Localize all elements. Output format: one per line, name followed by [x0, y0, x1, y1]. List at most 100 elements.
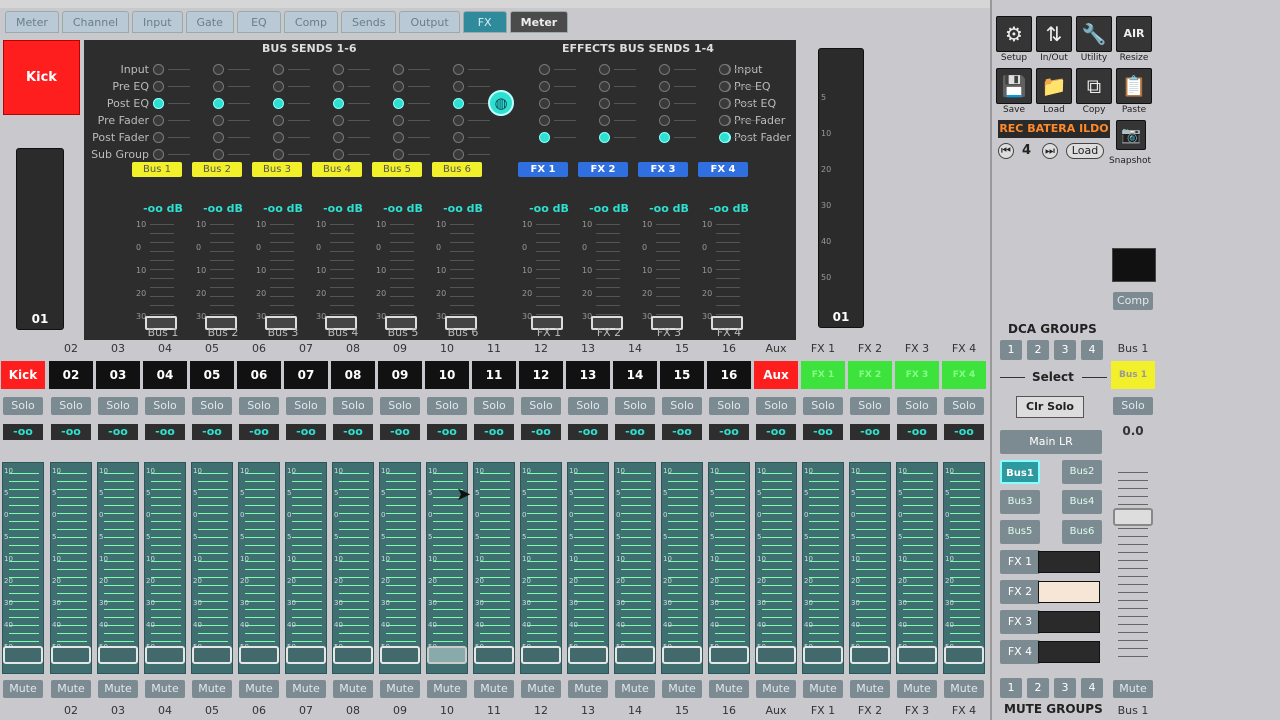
channel-fader[interactable]: 105051020304050: [238, 462, 280, 674]
fx-tap-dot[interactable]: [539, 132, 550, 143]
bus-tap-dot[interactable]: [453, 132, 464, 143]
solo-button[interactable]: Solo: [239, 397, 279, 415]
fx-tap-dot[interactable]: [539, 115, 550, 126]
channel-fader[interactable]: 105051020304050: [755, 462, 797, 674]
fader-cap[interactable]: [897, 646, 937, 664]
bus-tap-dot[interactable]: [333, 98, 344, 109]
bus-tap-dot[interactable]: [393, 81, 404, 92]
main-lr-button[interactable]: Main LR: [1000, 430, 1102, 454]
tab-input[interactable]: Input: [132, 11, 183, 33]
solo-button[interactable]: Solo: [850, 397, 890, 415]
fader-cap[interactable]: [333, 646, 373, 664]
comp-button[interactable]: Comp: [1113, 292, 1153, 310]
bus-tap-dot[interactable]: [393, 115, 404, 126]
bus-select-button[interactable]: Bus3: [1000, 490, 1040, 514]
bus-send-button[interactable]: Bus 4: [312, 162, 362, 177]
bus-tap-dot[interactable]: [153, 64, 164, 75]
fx-tap-dot[interactable]: [599, 64, 610, 75]
fader-cap[interactable]: [521, 646, 561, 664]
arrows-icon[interactable]: ⇅: [1036, 16, 1072, 52]
send-fader[interactable]: 10 0 10 20 30: [136, 220, 182, 330]
bus-fader[interactable]: [1112, 462, 1154, 674]
fader-cap[interactable]: [474, 646, 514, 664]
gear-icon[interactable]: ⚙: [996, 16, 1032, 52]
solo-button[interactable]: Solo: [192, 397, 232, 415]
fader-cap[interactable]: [427, 646, 467, 664]
bus-send-button[interactable]: Bus 3: [252, 162, 302, 177]
bus-tap-dot[interactable]: [393, 149, 404, 160]
bus-send-button[interactable]: Bus 6: [432, 162, 482, 177]
bus-mute-button[interactable]: Mute: [1113, 680, 1153, 698]
send-fader[interactable]: 10 0 10 20 30: [436, 220, 482, 330]
bus-tap-dot[interactable]: [213, 81, 224, 92]
mute-button[interactable]: Mute: [380, 680, 420, 698]
fader-cap[interactable]: [51, 646, 91, 664]
prev-snapshot-button[interactable]: ⏮: [998, 143, 1014, 159]
send-fader[interactable]: 10 0 10 20 30: [256, 220, 302, 330]
channel-name-button[interactable]: 06: [237, 361, 281, 389]
send-fader[interactable]: 10 0 10 20 30: [522, 220, 568, 330]
mute-button[interactable]: Mute: [51, 680, 91, 698]
channel-name-button[interactable]: 03: [96, 361, 140, 389]
mute-button[interactable]: Mute: [145, 680, 185, 698]
channel-fader[interactable]: 105051020304050: [97, 462, 139, 674]
channel-name-button[interactable]: Aux: [754, 361, 798, 389]
channel-name-button[interactable]: FX 2: [848, 361, 892, 389]
camera-icon[interactable]: 📷: [1116, 120, 1146, 150]
solo-button[interactable]: Solo: [709, 397, 749, 415]
fader-cap[interactable]: [192, 646, 232, 664]
bus-tap-dot[interactable]: [393, 132, 404, 143]
channel-fader[interactable]: 105051020304050: [896, 462, 938, 674]
channel-fader[interactable]: 105051020304050: [802, 462, 844, 674]
bus-tap-dot[interactable]: [273, 132, 284, 143]
fader-cap[interactable]: [756, 646, 796, 664]
fx-tap-dot[interactable]: [599, 98, 610, 109]
tab-meter[interactable]: Meter: [5, 11, 59, 33]
channel-fader[interactable]: 105051020304050: [379, 462, 421, 674]
solo-button[interactable]: Solo: [897, 397, 937, 415]
bus-fader-cap[interactable]: [1113, 508, 1153, 526]
fx-preview-image[interactable]: [1038, 581, 1100, 603]
channel-name-pad[interactable]: Kick: [3, 40, 80, 115]
fader-cap[interactable]: [615, 646, 655, 664]
channel-fader[interactable]: 105051020304050: [614, 462, 656, 674]
mute-button[interactable]: Mute: [850, 680, 890, 698]
bus-tap-dot[interactable]: [153, 98, 164, 109]
channel-fader[interactable]: 105051020304050: [849, 462, 891, 674]
fader-cap[interactable]: [239, 646, 279, 664]
solo-button[interactable]: Solo: [333, 397, 373, 415]
fx-tap-dot[interactable]: [719, 132, 730, 143]
tab-gate[interactable]: Gate: [185, 11, 234, 33]
bus-tap-dot[interactable]: [333, 149, 344, 160]
fx-tap-dot[interactable]: [659, 115, 670, 126]
bus-tap-dot[interactable]: [213, 98, 224, 109]
folder-icon[interactable]: 📁: [1036, 68, 1072, 104]
mute-button[interactable]: Mute: [803, 680, 843, 698]
bus-send-button[interactable]: Bus 5: [372, 162, 422, 177]
channel-name-button[interactable]: 11: [472, 361, 516, 389]
fx-preview-image[interactable]: [1038, 611, 1100, 633]
mute-group-button[interactable]: 2: [1027, 678, 1049, 698]
send-fader[interactable]: 10 0 10 20 30: [196, 220, 242, 330]
channel-name-button[interactable]: 07: [284, 361, 328, 389]
bus-tap-dot[interactable]: [393, 98, 404, 109]
bus-tap-dot[interactable]: [273, 98, 284, 109]
bus-tap-dot[interactable]: [333, 132, 344, 143]
fader-cap[interactable]: [709, 646, 749, 664]
solo-button[interactable]: Solo: [944, 397, 984, 415]
bus-select-button[interactable]: Bus1: [1000, 460, 1040, 484]
bus-select-button[interactable]: Bus4: [1062, 490, 1102, 514]
channel-fader[interactable]: 105051020304050: [567, 462, 609, 674]
mute-group-button[interactable]: 4: [1081, 678, 1103, 698]
tab-meter[interactable]: Meter: [509, 11, 569, 33]
channel-fader[interactable]: 105051020304050: [473, 462, 515, 674]
channel-fader[interactable]: 105051020304050: [661, 462, 703, 674]
mute-button[interactable]: Mute: [568, 680, 608, 698]
dca-button[interactable]: 1: [1000, 340, 1022, 360]
channel-name-button[interactable]: 12: [519, 361, 563, 389]
fx-tap-dot[interactable]: [599, 115, 610, 126]
solo-button[interactable]: Solo: [286, 397, 326, 415]
channel-name-button[interactable]: FX 3: [895, 361, 939, 389]
fx-tap-dot[interactable]: [599, 81, 610, 92]
bus-tap-dot[interactable]: [333, 115, 344, 126]
